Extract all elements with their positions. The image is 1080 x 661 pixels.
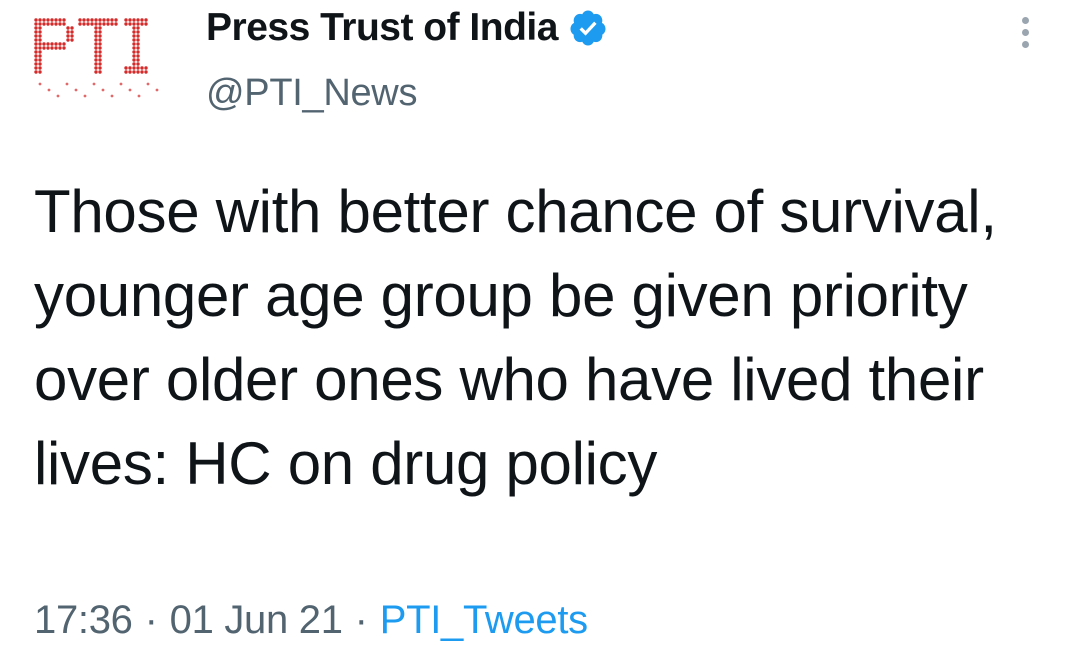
pti-logo-icon: [34, 18, 159, 98]
more-vertical-icon: [1021, 16, 1029, 24]
meta-separator: ·: [354, 598, 368, 642]
tweet-text: Those with better chance of survival, yo…: [34, 178, 997, 497]
more-vertical-icon-dot: [1021, 40, 1029, 48]
user-handle[interactable]: @PTI_News: [206, 72, 608, 115]
tweet-header: Press Trust of India @PTI_News: [206, 6, 608, 115]
tweet-meta: 17:36 · 01 Jun 21 · PTI_Tweets: [34, 598, 588, 643]
verified-badge-icon: [570, 10, 606, 46]
name-row: Press Trust of India: [206, 6, 608, 50]
tweet-source-link[interactable]: PTI_Tweets: [380, 598, 589, 643]
meta-separator: ·: [144, 598, 158, 642]
display-name[interactable]: Press Trust of India: [206, 6, 558, 50]
tweet-card: Press Trust of India @PTI_News Those wit…: [0, 0, 1080, 661]
more-options-button[interactable]: [1010, 12, 1040, 52]
avatar[interactable]: [30, 8, 170, 118]
more-vertical-icon-dot: [1021, 28, 1029, 36]
tweet-time[interactable]: 17:36: [34, 598, 133, 643]
tweet-date[interactable]: 01 Jun 21: [170, 598, 343, 643]
